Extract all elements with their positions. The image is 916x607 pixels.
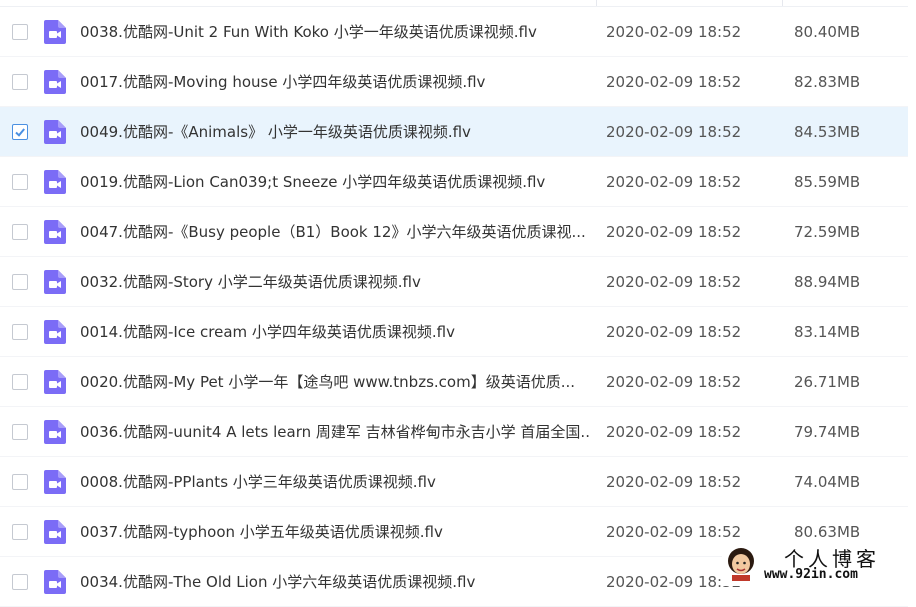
file-row[interactable]: 0038.优酷网-Unit 2 Fun With Koko 小学一年级英语优质课… xyxy=(0,7,908,57)
row-checkbox[interactable] xyxy=(12,174,28,190)
file-row[interactable]: 0049.优酷网-《Animals》 小学一年级英语优质课视频.flv 2020-… xyxy=(0,107,908,157)
file-date: 2020-02-09 18:52 xyxy=(606,323,742,341)
video-file-icon xyxy=(44,20,66,44)
file-row[interactable]: 0014.优酷网-Ice cream 小学四年级英语优质课视频.flv 2020-… xyxy=(0,307,908,357)
video-file-icon xyxy=(44,320,66,344)
file-name[interactable]: 0037.优酷网-typhoon 小学五年级英语优质课视频.flv xyxy=(80,522,590,542)
row-checkbox[interactable] xyxy=(12,424,28,440)
file-name[interactable]: 0014.优酷网-Ice cream 小学四年级英语优质课视频.flv xyxy=(80,322,590,342)
file-row[interactable]: 0036.优酷网-uunit4 A lets learn 周建军 吉林省桦甸市永… xyxy=(0,407,908,457)
file-date: 2020-02-09 18:52 xyxy=(606,473,742,491)
column-divider[interactable] xyxy=(782,0,783,6)
file-row[interactable]: 0019.优酷网-Lion Can039;t Sneeze 小学四年级英语优质课… xyxy=(0,157,908,207)
file-list: 0038.优酷网-Unit 2 Fun With Koko 小学一年级英语优质课… xyxy=(0,7,908,607)
video-file-icon xyxy=(44,120,66,144)
file-name[interactable]: 0036.优酷网-uunit4 A lets learn 周建军 吉林省桦甸市永… xyxy=(80,422,590,442)
file-name[interactable]: 0008.优酷网-PPlants 小学三年级英语优质课视频.flv xyxy=(80,472,590,492)
watermark: 个人博客 www.92in.com xyxy=(722,543,916,586)
file-date: 2020-02-09 18:52 xyxy=(606,23,742,41)
file-size: 83.14MB xyxy=(794,323,861,341)
file-size: 26.71MB xyxy=(794,373,861,391)
video-file-icon xyxy=(44,420,66,444)
row-checkbox[interactable] xyxy=(12,374,28,390)
row-checkbox[interactable] xyxy=(12,574,28,590)
file-size: 85.59MB xyxy=(794,173,861,191)
file-date: 2020-02-09 18:52 xyxy=(606,223,742,241)
video-file-icon xyxy=(44,170,66,194)
avatar-icon xyxy=(728,548,754,581)
row-checkbox[interactable] xyxy=(12,24,28,40)
file-date: 2020-02-09 18:52 xyxy=(606,423,742,441)
file-name[interactable]: 0038.优酷网-Unit 2 Fun With Koko 小学一年级英语优质课… xyxy=(80,22,590,42)
video-file-icon xyxy=(44,570,66,594)
file-size: 72.59MB xyxy=(794,223,861,241)
video-file-icon xyxy=(44,70,66,94)
file-row[interactable]: 0032.优酷网-Story 小学二年级英语优质课视频.flv 2020-02-0… xyxy=(0,257,908,307)
row-checkbox[interactable] xyxy=(12,324,28,340)
video-file-icon xyxy=(44,220,66,244)
file-name[interactable]: 0032.优酷网-Story 小学二年级英语优质课视频.flv xyxy=(80,272,590,292)
file-name[interactable]: 0017.优酷网-Moving house 小学四年级英语优质课视频.flv xyxy=(80,72,590,92)
row-checkbox[interactable] xyxy=(12,224,28,240)
file-size: 88.94MB xyxy=(794,273,861,291)
file-date: 2020-02-09 18:52 xyxy=(606,573,742,591)
watermark-url: www.92in.com xyxy=(764,567,858,582)
file-name[interactable]: 0049.优酷网-《Animals》 小学一年级英语优质课视频.flv xyxy=(80,122,590,142)
file-name[interactable]: 0019.优酷网-Lion Can039;t Sneeze 小学四年级英语优质课… xyxy=(80,172,590,192)
file-date: 2020-02-09 18:52 xyxy=(606,73,742,91)
file-name[interactable]: 0034.优酷网-The Old Lion 小学六年级英语优质课视频.flv xyxy=(80,572,590,592)
video-file-icon xyxy=(44,520,66,544)
video-file-icon xyxy=(44,370,66,394)
video-file-icon xyxy=(44,470,66,494)
file-size: 74.04MB xyxy=(794,473,861,491)
file-row[interactable]: 0017.优酷网-Moving house 小学四年级英语优质课视频.flv 20… xyxy=(0,57,908,107)
row-checkbox[interactable] xyxy=(12,74,28,90)
row-checkbox[interactable] xyxy=(12,274,28,290)
file-row[interactable]: 0047.优酷网-《Busy people（B1）Book 12》小学六年级英语… xyxy=(0,207,908,257)
file-size: 80.63MB xyxy=(794,523,861,541)
file-date: 2020-02-09 18:52 xyxy=(606,373,742,391)
row-checkbox[interactable] xyxy=(12,474,28,490)
column-divider[interactable] xyxy=(596,0,597,6)
file-date: 2020-02-09 18:52 xyxy=(606,523,742,541)
file-size: 79.74MB xyxy=(794,423,861,441)
row-checkbox[interactable] xyxy=(12,124,28,140)
file-date: 2020-02-09 18:52 xyxy=(606,123,742,141)
list-header-border xyxy=(0,0,908,7)
file-size: 84.53MB xyxy=(794,123,861,141)
video-file-icon xyxy=(44,270,66,294)
file-date: 2020-02-09 18:52 xyxy=(606,173,742,191)
file-row[interactable]: 0008.优酷网-PPlants 小学三年级英语优质课视频.flv 2020-02… xyxy=(0,457,908,507)
file-name[interactable]: 0020.优酷网-My Pet 小学一年【途鸟吧 www.tnbzs.com】级… xyxy=(80,372,590,392)
file-row[interactable]: 0020.优酷网-My Pet 小学一年【途鸟吧 www.tnbzs.com】级… xyxy=(0,357,908,407)
row-checkbox[interactable] xyxy=(12,524,28,540)
file-name[interactable]: 0047.优酷网-《Busy people（B1）Book 12》小学六年级英语… xyxy=(80,222,590,242)
file-size: 80.40MB xyxy=(794,23,861,41)
file-size: 82.83MB xyxy=(794,73,861,91)
file-date: 2020-02-09 18:52 xyxy=(606,273,742,291)
